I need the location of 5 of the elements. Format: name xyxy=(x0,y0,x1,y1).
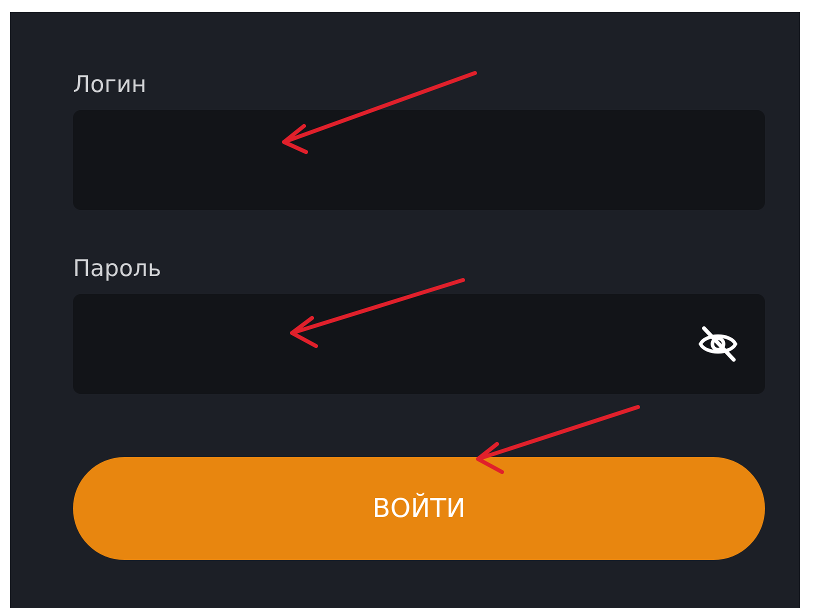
password-field[interactable] xyxy=(73,294,765,394)
login-button[interactable]: ВОЙТИ xyxy=(73,457,765,560)
input-field[interactable] xyxy=(73,110,765,210)
field-label: Логин xyxy=(73,71,148,100)
field-label: Пароль xyxy=(73,255,162,284)
